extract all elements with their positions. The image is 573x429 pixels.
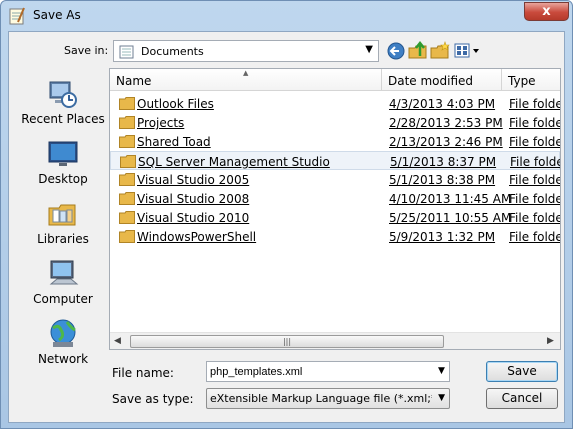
row-name: Projects — [137, 116, 185, 130]
column-label: Date modified — [388, 74, 474, 88]
column-header-date[interactable]: Date modified — [382, 69, 502, 91]
desktop-icon — [48, 141, 78, 166]
dialog-body: Save in: Documents ▼ Recent Places Deskt… — [8, 31, 565, 423]
row-type: File folder — [509, 116, 560, 130]
views-menu-icon[interactable] — [453, 40, 481, 62]
place-computer[interactable]: Computer — [17, 258, 109, 314]
place-libraries[interactable]: Libraries — [17, 198, 109, 254]
save-button[interactable]: Save — [486, 361, 558, 382]
back-arrow-icon[interactable] — [385, 40, 407, 62]
row-name: Visual Studio 2008 — [137, 192, 250, 206]
chevron-down-icon[interactable]: ▼ — [438, 366, 445, 376]
computer-icon — [49, 260, 79, 285]
table-row[interactable]: Visual Studio 2010 5/25/2011 10:55 AM Fi… — [110, 208, 560, 227]
table-row[interactable]: Outlook Files 4/3/2013 4:03 PM File fold… — [110, 94, 560, 113]
row-date: 5/1/2013 8:37 PM — [390, 155, 497, 169]
close-button[interactable]: x — [524, 2, 569, 21]
folder-icon — [119, 211, 135, 224]
save-as-type-label: Save as type: — [112, 392, 194, 406]
column-label: Name — [116, 74, 152, 88]
save-as-dialog: Save As x Save in: Documents ▼ Recent Pl… — [0, 0, 573, 429]
row-date: 4/10/2013 11:45 AM — [389, 192, 512, 206]
row-type: File folder — [510, 155, 560, 169]
place-desktop[interactable]: Desktop — [17, 138, 109, 194]
recent-places-icon — [49, 81, 77, 108]
table-row[interactable]: Visual Studio 2005 5/1/2013 8:38 PM File… — [110, 170, 560, 189]
file-list[interactable]: Name ▲ Date modified Type Outlook Files … — [109, 68, 561, 350]
folder-icon — [119, 173, 135, 186]
folder-icon — [119, 192, 135, 205]
row-type: File folder — [509, 192, 560, 206]
table-row[interactable]: Shared Toad 2/13/2013 2:46 PM File folde… — [110, 132, 560, 151]
horizontal-scrollbar[interactable]: ◀ ||| ▶ — [110, 332, 560, 349]
row-date: 2/28/2013 2:53 PM — [389, 116, 503, 130]
row-date: 5/9/2013 1:32 PM — [389, 230, 496, 244]
row-name: Visual Studio 2005 — [137, 173, 250, 187]
title-bar[interactable]: Save As x — [1, 1, 572, 31]
row-type: File folder — [509, 173, 560, 187]
place-label: Network — [37, 352, 89, 366]
scrollbar-thumb[interactable]: ||| — [130, 335, 444, 348]
file-name-input[interactable] — [206, 361, 450, 382]
sort-ascending-icon: ▲ — [243, 69, 249, 77]
table-row[interactable]: WindowsPowerShell 5/9/2013 1:32 PM File … — [110, 227, 560, 246]
row-date: 4/3/2013 4:03 PM — [389, 97, 496, 111]
row-name: WindowsPowerShell — [137, 230, 257, 244]
row-name: Outlook Files — [137, 97, 214, 111]
up-folder-icon[interactable] — [407, 40, 429, 62]
folder-icon — [119, 116, 135, 129]
places-bar: Recent Places Desktop Libraries Computer… — [17, 68, 109, 366]
network-icon — [50, 319, 76, 347]
place-label: Computer — [33, 292, 93, 306]
table-row[interactable]: Visual Studio 2008 4/10/2013 11:45 AM Fi… — [110, 189, 560, 208]
folder-icon — [119, 230, 135, 243]
place-network[interactable]: Network — [17, 318, 109, 374]
row-type: File folder — [509, 211, 560, 225]
row-type: File folder — [509, 135, 560, 149]
row-date: 5/1/2013 8:38 PM — [389, 173, 496, 187]
save-as-type-value: eXtensible Markup Language file (*.xml;*… — [210, 392, 432, 405]
chevron-down-icon: ▼ — [365, 44, 373, 55]
folder-icon — [119, 135, 135, 148]
column-header-type[interactable]: Type — [502, 69, 560, 91]
documents-folder-icon — [119, 45, 134, 59]
dialog-title: Save As — [33, 8, 81, 22]
row-date: 5/25/2011 10:55 AM — [389, 211, 512, 225]
notepad-icon — [9, 7, 25, 25]
file-name-label: File name: — [112, 366, 174, 380]
save-in-label: Save in: — [64, 44, 109, 57]
chevron-down-icon: ▼ — [438, 393, 445, 403]
new-folder-icon[interactable] — [429, 40, 451, 62]
place-label: Desktop — [38, 172, 88, 186]
cancel-button[interactable]: Cancel — [486, 388, 558, 409]
scroll-right-icon[interactable]: ▶ — [547, 336, 554, 346]
folder-icon — [119, 97, 135, 110]
column-label: Type — [508, 74, 536, 88]
place-recent-places[interactable]: Recent Places — [17, 78, 109, 134]
save-in-dropdown[interactable]: Documents ▼ — [113, 40, 379, 62]
row-name: Visual Studio 2010 — [137, 211, 250, 225]
save-in-value: Documents — [141, 45, 204, 58]
place-label: Recent Places — [21, 112, 105, 126]
scroll-left-icon[interactable]: ◀ — [114, 336, 121, 346]
row-date: 2/13/2013 2:46 PM — [389, 135, 503, 149]
folder-icon — [120, 155, 136, 168]
table-row[interactable]: Projects 2/28/2013 2:53 PM File folder — [110, 113, 560, 132]
save-as-type-dropdown[interactable]: eXtensible Markup Language file (*.xml;*… — [206, 388, 450, 409]
row-name: Shared Toad — [137, 135, 211, 149]
place-label: Libraries — [37, 232, 89, 246]
libraries-icon — [48, 204, 76, 226]
row-type: File folder — [509, 97, 560, 111]
table-row-selected[interactable]: SQL Server Management Studio 5/1/2013 8:… — [110, 151, 560, 170]
row-type: File folder — [509, 230, 560, 244]
row-name: SQL Server Management Studio — [138, 155, 330, 169]
